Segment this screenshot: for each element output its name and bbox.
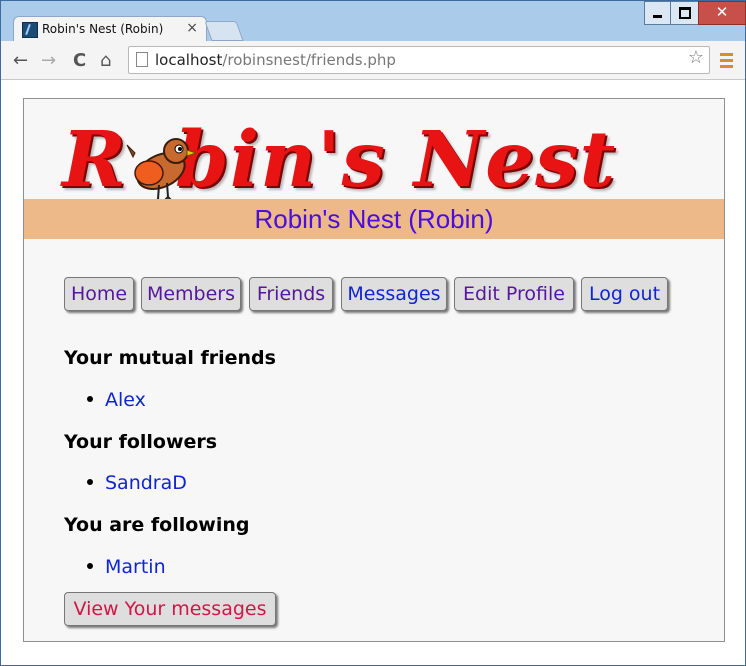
list-item: Alex xyxy=(87,389,146,411)
logo-letter-r: R xyxy=(62,115,127,205)
browser-tab[interactable]: Robin's Nest (Robin) × xyxy=(13,16,207,43)
friends-button[interactable]: Friends xyxy=(249,277,333,311)
url-host: localhost xyxy=(155,51,223,69)
mutual-friends-heading: Your mutual friends xyxy=(64,347,276,369)
list-item: SandraD xyxy=(87,472,187,494)
site-container: Rbin's Nest Robin's Nest (Robin) Home Me… xyxy=(23,98,725,642)
new-tab-button[interactable] xyxy=(204,21,244,41)
maximize-button[interactable] xyxy=(670,1,699,25)
close-icon: ✕ xyxy=(715,3,729,21)
tab-title: Robin's Nest (Robin) xyxy=(42,22,164,36)
robin-bird-icon xyxy=(126,138,197,203)
browser-toolbar: ← → C ⌂ localhost/robinsnest/friends.php… xyxy=(1,41,745,80)
followers-heading: Your followers xyxy=(64,431,218,453)
messages-button[interactable]: Messages xyxy=(341,277,447,311)
banner-title: Robin's Nest (Robin) xyxy=(254,204,494,234)
bullet-icon xyxy=(87,562,93,569)
logo-text-rest: bin's Nest xyxy=(175,115,617,205)
favicon-icon xyxy=(22,22,38,38)
bullet-icon xyxy=(87,395,93,402)
close-window-button[interactable]: ✕ xyxy=(698,1,746,25)
forward-icon[interactable]: → xyxy=(41,50,56,71)
page-icon xyxy=(136,52,148,67)
log-out-button[interactable]: Log out xyxy=(581,277,668,311)
home-icon[interactable]: ⌂ xyxy=(100,50,111,71)
reload-icon[interactable]: C xyxy=(73,50,86,71)
close-tab-icon[interactable]: × xyxy=(186,20,198,36)
url-text: localhost/robinsnest/friends.php xyxy=(155,51,396,69)
edit-profile-button[interactable]: Edit Profile xyxy=(454,277,574,311)
following-link[interactable]: Martin xyxy=(105,556,166,578)
back-icon[interactable]: ← xyxy=(13,50,28,71)
list-item: Martin xyxy=(87,556,166,578)
members-button[interactable]: Members xyxy=(141,277,241,311)
address-bar[interactable]: localhost/robinsnest/friends.php ☆ xyxy=(128,46,710,74)
page-viewport: Rbin's Nest Robin's Nest (Robin) Home Me… xyxy=(1,80,745,665)
url-path: /robinsnest/friends.php xyxy=(222,51,396,69)
browser-window: Robin's Nest (Robin) × ✕ ← → C ⌂ localho… xyxy=(0,0,746,666)
view-messages-button[interactable]: View Your messages xyxy=(64,592,276,626)
friend-link[interactable]: Alex xyxy=(105,389,146,411)
follower-link[interactable]: SandraD xyxy=(105,472,187,494)
bullet-icon xyxy=(87,478,93,485)
following-heading: You are following xyxy=(64,514,250,536)
bookmark-star-icon[interactable]: ☆ xyxy=(688,47,704,68)
title-bar: Robin's Nest (Robin) × ✕ xyxy=(1,1,746,43)
site-logo: Rbin's Nest xyxy=(62,115,692,205)
minimize-button[interactable] xyxy=(644,1,671,25)
browser-menu-icon[interactable] xyxy=(720,53,733,71)
site-banner: Robin's Nest (Robin) xyxy=(24,199,724,239)
home-button[interactable]: Home xyxy=(64,277,134,311)
